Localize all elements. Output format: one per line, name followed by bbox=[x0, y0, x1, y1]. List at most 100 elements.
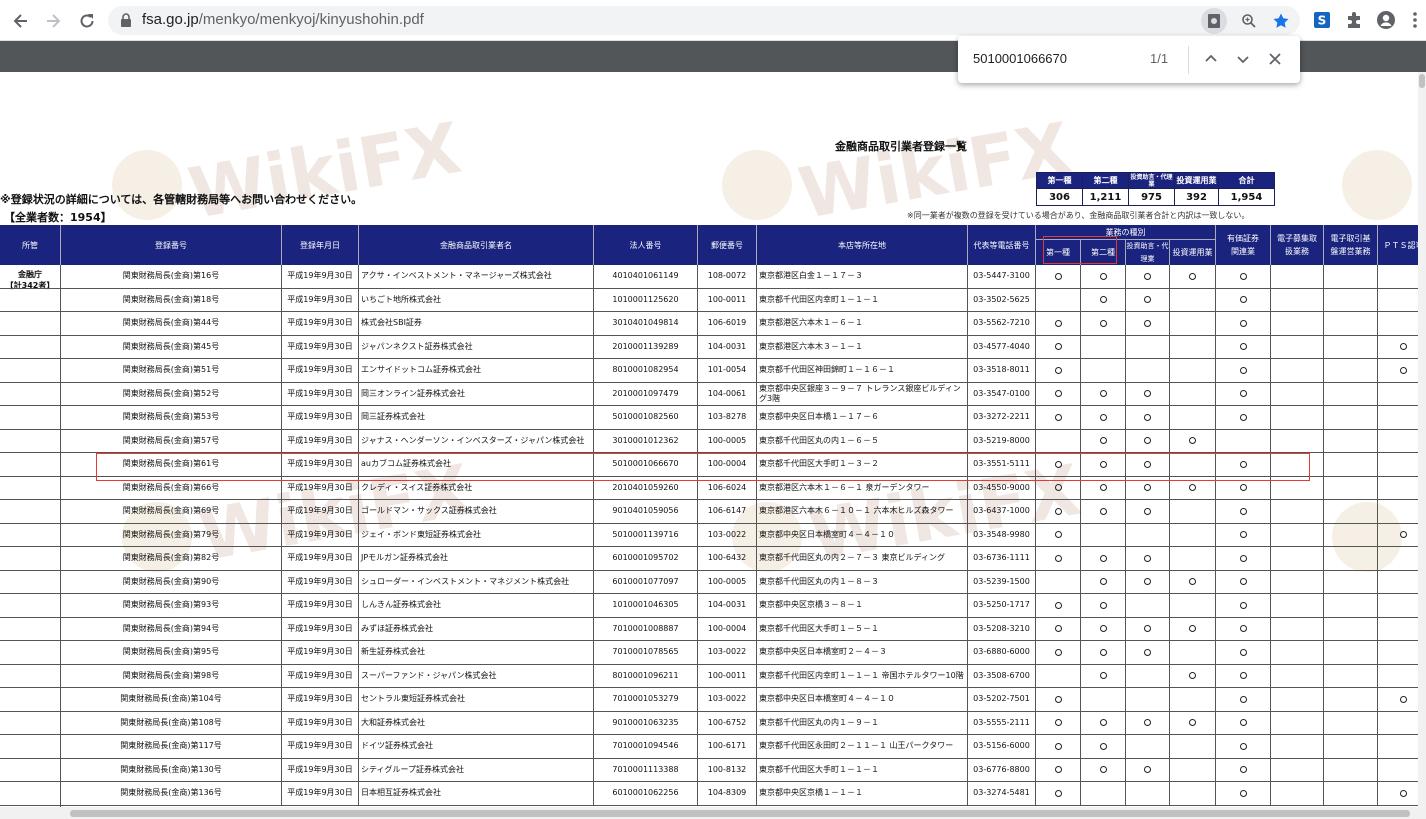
circle-mark-icon bbox=[1239, 672, 1247, 680]
summary-table: 第一種 第二種 投資助言・代理業 投資運用業 合計 306 1,211 975 … bbox=[1036, 172, 1275, 206]
cell-flag bbox=[1081, 265, 1126, 288]
circle-mark-icon bbox=[1189, 672, 1196, 680]
cell-reg: 関東財務局長(金商)第95号 bbox=[61, 641, 282, 664]
cell-flag bbox=[1081, 382, 1126, 405]
find-previous-icon[interactable] bbox=[1200, 48, 1222, 70]
address-bar[interactable]: fsa.go.jp/menkyo/menkyoj/kinyushohin.pdf bbox=[108, 6, 1300, 35]
zoom-icon[interactable] bbox=[1240, 12, 1258, 30]
cell-addr: 東京都千代田区内幸町１－１－１ bbox=[757, 288, 968, 311]
table-row: 関東財務局長(金商)第16号 平成19年9月30日 アクサ・インベストメント・マネー… bbox=[0, 265, 1426, 289]
cell-flag bbox=[1271, 758, 1324, 781]
cell-zip: 103-0022 bbox=[698, 688, 757, 711]
cell-flag bbox=[1126, 688, 1170, 711]
table-row: 関東財務局長(金商)第93号 平成19年9月30日 しんきん証券株式会社 101000… bbox=[0, 594, 1426, 618]
summary-value: 392 bbox=[1174, 188, 1219, 206]
header-name: 金融商品取引業者名 bbox=[359, 225, 594, 265]
cell-reg: 関東財務局長(金商)第136号 bbox=[61, 782, 282, 805]
cell-flag bbox=[1036, 335, 1081, 358]
cell-addr: 東京都港区白金１－１７－３ bbox=[757, 265, 968, 288]
cell-addr: 東京都港区六本木３－１－１ bbox=[757, 335, 968, 358]
cell-reg: 関東財務局長(金商)第108号 bbox=[61, 711, 282, 734]
cell-tel: 03-5208-3210 bbox=[968, 617, 1036, 640]
back-icon[interactable] bbox=[8, 8, 34, 34]
cell-flag bbox=[1216, 711, 1271, 734]
forward-icon[interactable] bbox=[40, 8, 66, 34]
find-next-icon[interactable] bbox=[1232, 48, 1254, 70]
cell-flag bbox=[1126, 782, 1170, 805]
horizontal-scroll-thumb[interactable] bbox=[70, 810, 1410, 817]
cell-flag bbox=[1170, 382, 1216, 405]
horizontal-scrollbar[interactable] bbox=[0, 807, 1426, 819]
circle-mark-icon bbox=[1099, 766, 1107, 774]
circle-mark-icon bbox=[1144, 766, 1151, 774]
extensions-puzzle-icon[interactable] bbox=[1343, 9, 1365, 31]
bookmark-star-icon[interactable] bbox=[1272, 12, 1290, 30]
circle-mark-icon bbox=[1054, 695, 1062, 703]
reload-icon[interactable] bbox=[74, 8, 100, 34]
cell-flag bbox=[1324, 500, 1378, 523]
cell-name: ジェイ・ボンド東短証券株式会社 bbox=[359, 523, 594, 546]
cell-zip: 100-0011 bbox=[698, 664, 757, 687]
cell-flag bbox=[1216, 594, 1271, 617]
cell-flag bbox=[1324, 688, 1378, 711]
cell-addr: 東京都千代田区丸の内１－８－３ bbox=[757, 570, 968, 593]
cell-flag bbox=[1126, 641, 1170, 664]
table-row: 関東財務局長(金商)第94号 平成19年9月30日 みずほ証券株式会社 7010001… bbox=[0, 617, 1426, 641]
cell-date: 平成19年9月30日 bbox=[282, 265, 359, 288]
cell-addr: 東京都中央区日本橋１－１７－６ bbox=[757, 406, 968, 429]
cell-flag bbox=[1324, 570, 1378, 593]
cell-flag bbox=[1324, 594, 1378, 617]
cell-tel: 03-5202-7501 bbox=[968, 688, 1036, 711]
cell-tel: 03-5562-7210 bbox=[968, 312, 1036, 335]
find-input[interactable]: 5010001066670 bbox=[973, 51, 1067, 66]
vertical-scrollbar[interactable] bbox=[1418, 72, 1426, 807]
vertical-scroll-thumb[interactable] bbox=[1419, 74, 1425, 88]
cell-flag bbox=[1216, 782, 1271, 805]
cell-flag bbox=[1170, 429, 1216, 452]
cell-name: 大和証券株式会社 bbox=[359, 711, 594, 734]
circle-mark-icon bbox=[1099, 272, 1107, 280]
circle-mark-icon bbox=[1144, 272, 1151, 280]
watermark-logo bbox=[722, 150, 792, 220]
cell-flag bbox=[1271, 265, 1324, 288]
cell-flag bbox=[1324, 523, 1378, 546]
cell-flag bbox=[1170, 617, 1216, 640]
cell-date: 平成19年9月30日 bbox=[282, 594, 359, 617]
cell-flag bbox=[1170, 523, 1216, 546]
cell-flag bbox=[1271, 782, 1324, 805]
table-row: 関東財務局長(金商)第79号 平成19年9月30日 ジェイ・ボンド東短証券株式会社 5… bbox=[0, 523, 1426, 547]
cell-flag bbox=[1271, 664, 1324, 687]
circle-mark-icon bbox=[1189, 484, 1196, 492]
cell-flag bbox=[1271, 335, 1324, 358]
circle-mark-icon bbox=[1144, 719, 1151, 727]
cell-reg: 関東財務局長(金商)第69号 bbox=[61, 500, 282, 523]
cell-name: 日本相互証券株式会社 bbox=[359, 782, 594, 805]
cell-corp: 6010001077097 bbox=[594, 570, 698, 593]
cell-date: 平成19年9月30日 bbox=[282, 547, 359, 570]
browser-menu-icon[interactable] bbox=[1404, 9, 1426, 31]
find-close-icon[interactable] bbox=[1264, 48, 1286, 70]
circle-mark-icon bbox=[1144, 437, 1151, 445]
cell-zip: 103-0022 bbox=[698, 641, 757, 664]
cell-reg: 関東財務局長(金商)第52号 bbox=[61, 382, 282, 405]
browser-toolbar: fsa.go.jp/menkyo/menkyoj/kinyushohin.pdf… bbox=[0, 0, 1426, 41]
profile-avatar-icon[interactable] bbox=[1375, 9, 1397, 31]
cell-zip: 100-0011 bbox=[698, 288, 757, 311]
circle-mark-icon bbox=[1239, 648, 1247, 656]
cell-flag bbox=[1036, 382, 1081, 405]
find-in-page-icon[interactable] bbox=[1201, 8, 1227, 34]
cell-flag bbox=[1216, 617, 1271, 640]
cell-corp: 9010401059056 bbox=[594, 500, 698, 523]
pdf-page: WikiFX WikiFX WikiFX WikiFX 金融商品取引業者登録一覧… bbox=[0, 72, 1426, 807]
cell-flag bbox=[1081, 406, 1126, 429]
cell-flag bbox=[1324, 547, 1378, 570]
cell-flag bbox=[1216, 406, 1271, 429]
cell-name: ドイツ証券株式会社 bbox=[359, 735, 594, 758]
cell-flag bbox=[1216, 641, 1271, 664]
extension-s-icon[interactable]: S bbox=[1311, 9, 1333, 31]
cell-date: 平成19年9月30日 bbox=[282, 335, 359, 358]
cell-zip: 100-0004 bbox=[698, 617, 757, 640]
cell-tel: 03-4577-4040 bbox=[968, 335, 1036, 358]
cell-flag bbox=[1216, 382, 1271, 405]
cell-flag bbox=[1081, 641, 1126, 664]
